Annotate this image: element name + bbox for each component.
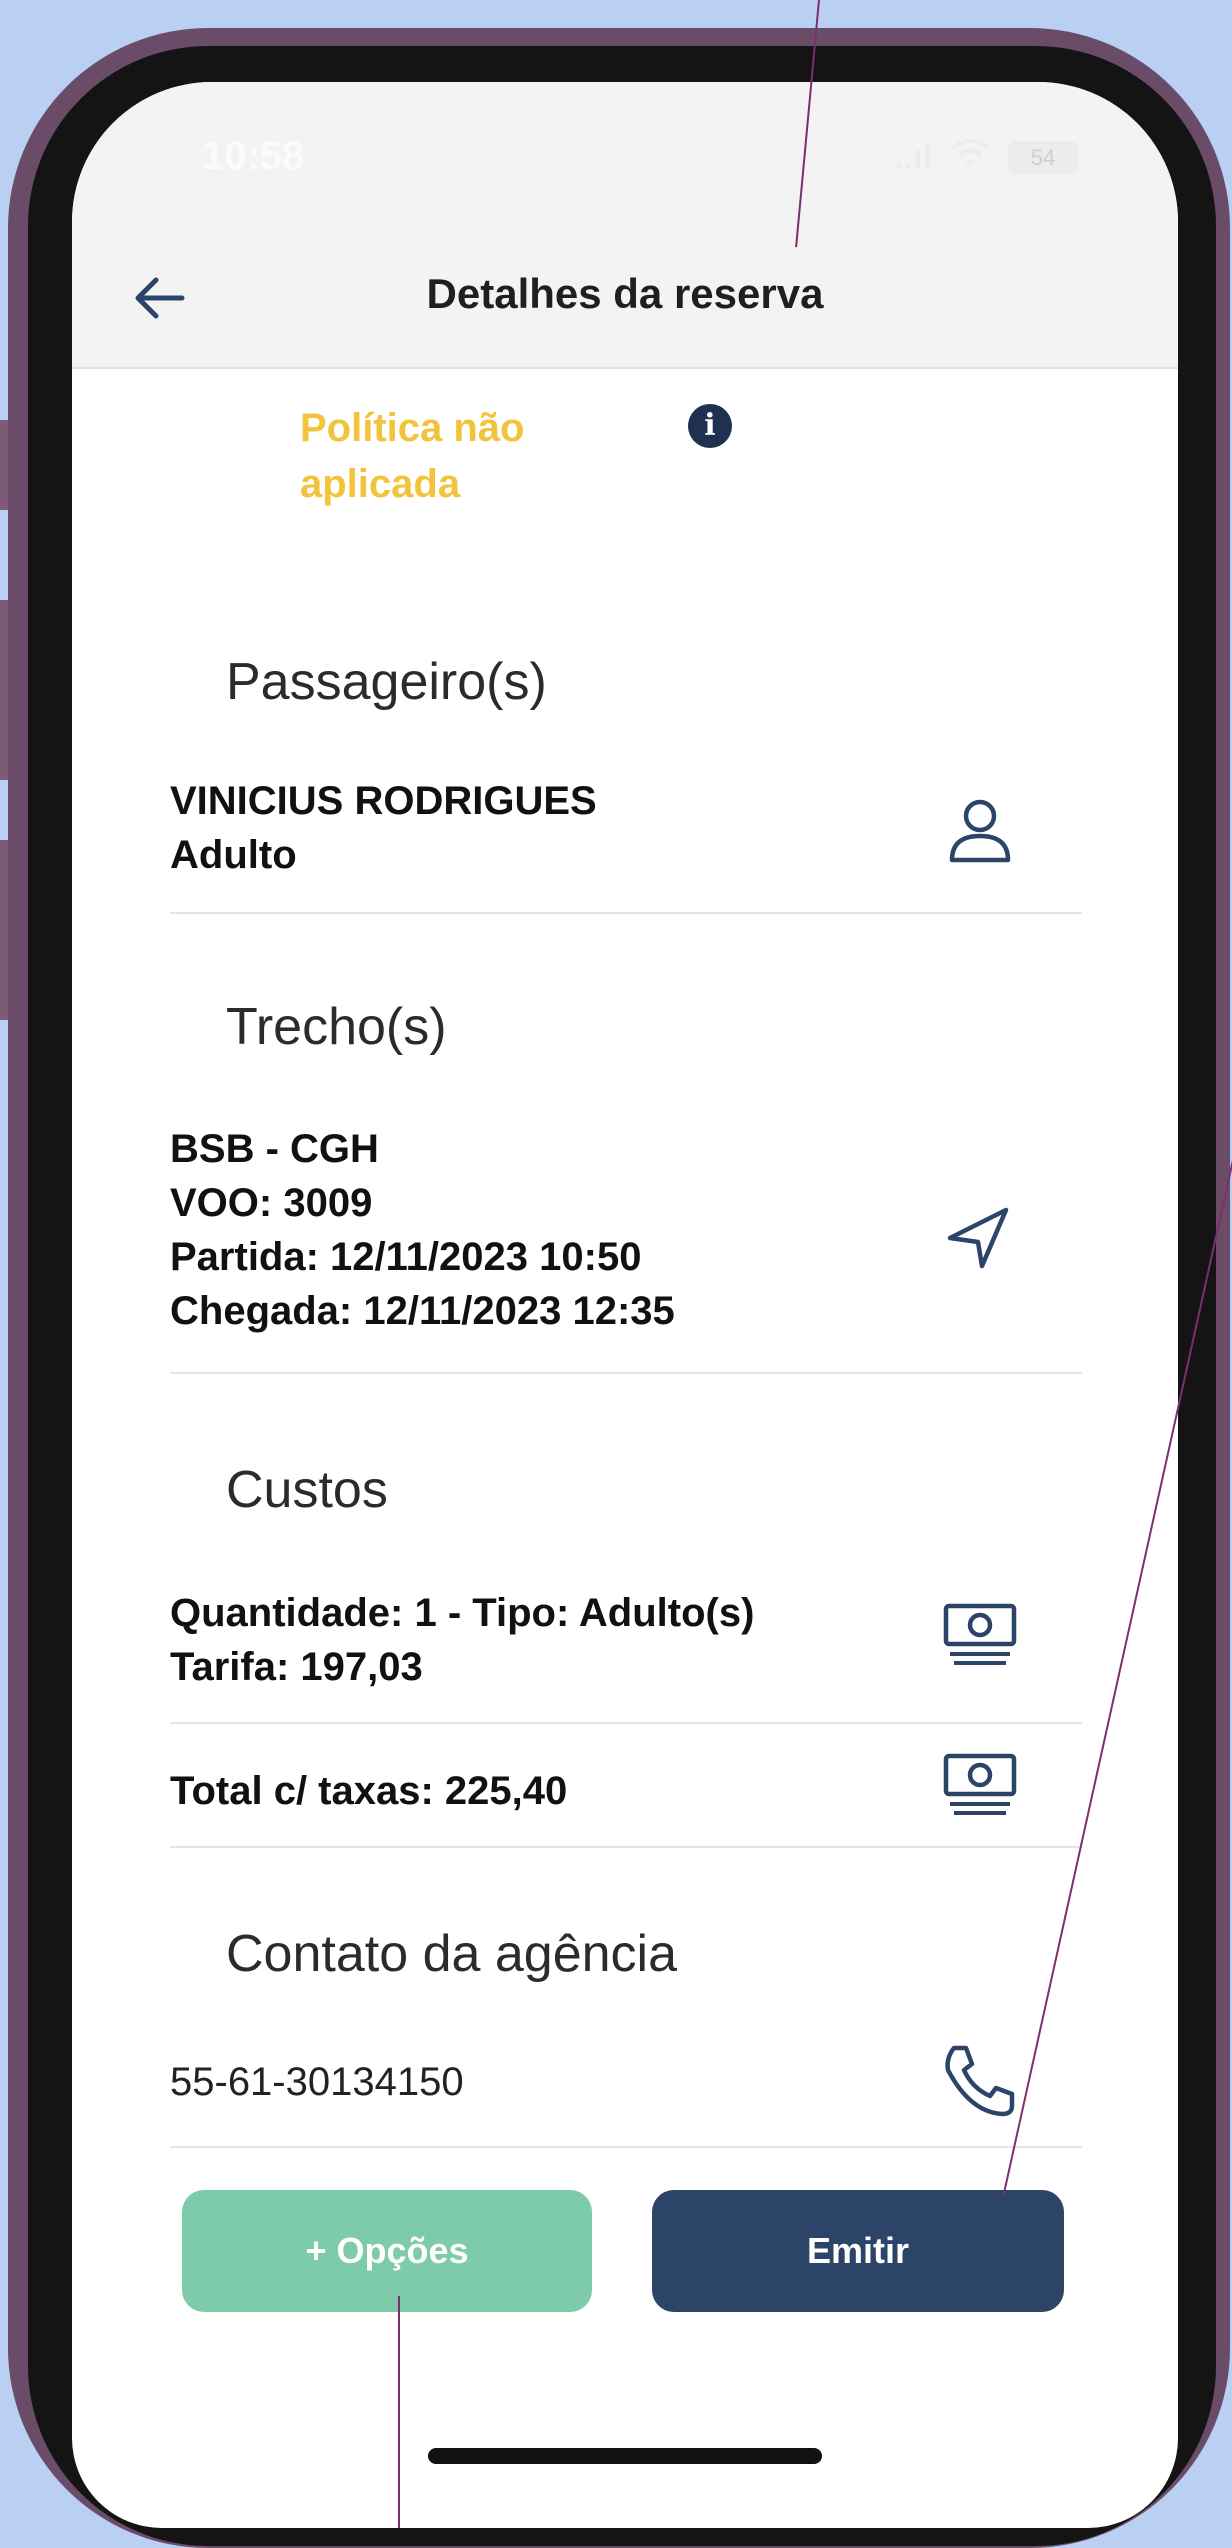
options-button[interactable]: + Opções [182,2190,592,2312]
header-bar: 10:58 ..ıl 54 Detalhes da reserva [72,82,1178,369]
costs-section-title: Custos [226,1461,388,1519]
cost-total: Total c/ taxas: 225,40 [170,1769,568,1813]
passengers-section-title: Passageiro(s) [226,653,547,711]
cost-quantity: Quantidade: 1 - Tipo: Adulto(s) [170,1591,755,1635]
passenger-type: Adulto [170,833,297,877]
segment-flight: VOO: 3009 [170,1181,373,1225]
phone-icon[interactable] [940,2042,1018,2120]
divider [170,1722,1082,1724]
status-time: 10:58 [202,134,305,178]
divider [170,912,1082,914]
divider [170,2146,1082,2148]
emit-button[interactable]: Emitir [652,2190,1064,2312]
policy-status: Política não aplicada [300,406,525,506]
wifi-icon [950,138,990,177]
segment-arrival: Chegada: 12/11/2023 12:35 [170,1289,675,1333]
money-icon [943,1603,1017,1665]
segment-route: BSB - CGH [170,1127,379,1171]
agency-contact-section-title: Contato da agência [226,1925,678,1983]
user-icon [949,799,1011,863]
info-icon[interactable]: i [688,404,732,448]
battery-icon: 54 [1008,140,1078,175]
segments-section-title: Trecho(s) [226,998,447,1056]
passenger-name: VINICIUS RODRIGUES [170,779,597,823]
segment-departure: Partida: 12/11/2023 10:50 [170,1235,642,1279]
annotation-line-bottom [398,2296,400,2528]
money-icon [943,1753,1017,1815]
divider [170,1846,1082,1848]
status-icons: ..ıl 54 [894,138,1078,177]
home-indicator [428,2448,822,2464]
divider [170,1372,1082,1374]
page-title: Detalhes da reserva [426,270,824,317]
navigation-arrow-icon [947,1207,1009,1269]
agency-phone: 55-61-30134150 [170,2060,464,2104]
cost-fare: Tarifa: 197,03 [170,1645,423,1689]
signal-icon: ..ıl [894,138,932,176]
